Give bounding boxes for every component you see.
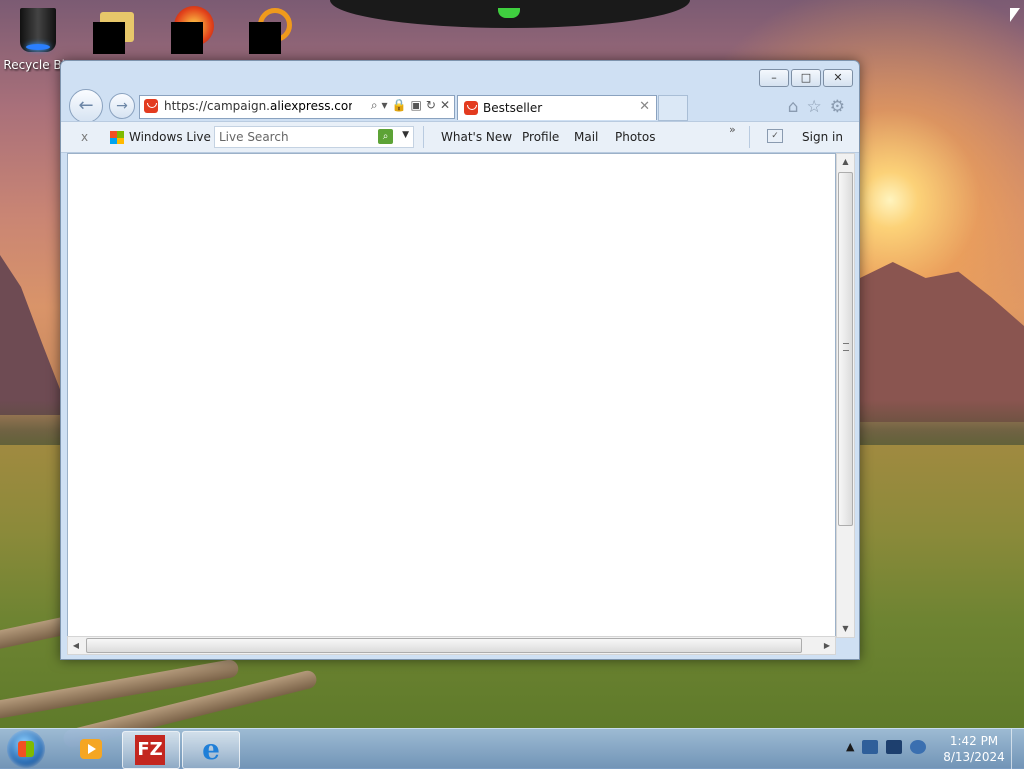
vertical-scrollbar[interactable]: ▲ ▼ [836, 153, 855, 638]
system-clock[interactable]: 1:42 PM 8/13/2024 [938, 733, 1010, 765]
address-url[interactable]: https://campaign.aliexpress.com/w [164, 99, 352, 113]
link-whats-new[interactable]: What's New [441, 130, 512, 144]
redacted-block [171, 22, 203, 54]
windows-flag-icon [110, 131, 124, 144]
taskbar-media-player[interactable] [62, 731, 118, 767]
live-search-input[interactable]: Live Search ⌕ ▼ [214, 126, 414, 148]
browser-window[interactable]: – □ ✕ ← → https://campaign.aliexpress.co… [60, 60, 860, 660]
taskbar-filezilla[interactable]: FZ [122, 731, 180, 769]
network-icon[interactable] [886, 740, 903, 754]
search-dropdown-icon[interactable]: ▼ [402, 130, 409, 140]
windows-live-toolbar: x Windows Live Live Search ⌕ ▼ What's Ne… [61, 121, 859, 153]
stop-icon[interactable]: ✕ [440, 98, 450, 113]
link-photos[interactable]: Photos [615, 130, 655, 144]
search-go-icon[interactable]: ⌕ [378, 129, 393, 144]
recycle-bin-icon [20, 8, 56, 52]
scroll-thumb[interactable] [838, 172, 853, 526]
url-domain: aliexpress.com [270, 99, 352, 113]
toolbar-close-icon[interactable]: x [81, 130, 88, 144]
new-tab-button[interactable] [658, 95, 688, 121]
scroll-thumb[interactable] [86, 638, 802, 653]
checklist-icon[interactable]: ✓ [767, 129, 783, 143]
clock-date: 8/13/2024 [943, 750, 1005, 764]
scroll-up-icon[interactable]: ▲ [837, 154, 854, 170]
forward-button[interactable]: → [109, 93, 135, 119]
show-desktop-button[interactable] [1011, 729, 1024, 769]
mountain-right [860, 262, 1024, 422]
browser-toolbar-icons: ⌂ ☆ ⚙ [788, 97, 845, 117]
system-tray: ▲ [846, 740, 927, 754]
redacted-block [93, 22, 125, 54]
tab-close-icon[interactable]: ✕ [639, 99, 650, 114]
compatibility-icon[interactable]: ▣ [411, 98, 422, 113]
redacted-block [249, 22, 281, 54]
tab-title: Bestseller [483, 101, 543, 115]
tray-app-icon[interactable] [862, 740, 879, 754]
window-controls: – □ ✕ [759, 69, 853, 87]
tab-bestseller[interactable]: Bestseller ✕ [457, 95, 657, 120]
clock-time: 1:42 PM [949, 734, 999, 748]
media-player-icon [80, 739, 102, 759]
mouse-cursor-icon [1010, 8, 1020, 22]
scroll-left-icon[interactable]: ◀ [68, 637, 84, 654]
windows-live-link[interactable]: Windows Live [129, 130, 211, 144]
gear-icon[interactable]: ⚙ [830, 97, 845, 117]
close-button[interactable]: ✕ [823, 69, 853, 87]
start-button[interactable] [7, 730, 45, 768]
toolbar-divider [423, 126, 424, 148]
site-favicon-icon [144, 99, 158, 113]
desktop-gadget[interactable] [330, 0, 690, 28]
lock-icon[interactable]: 🔒 [392, 98, 407, 113]
maximize-button[interactable]: □ [791, 69, 821, 87]
home-icon[interactable]: ⌂ [788, 97, 799, 117]
toolbar-divider [749, 126, 750, 148]
minimize-button[interactable]: – [759, 69, 789, 87]
taskbar: FZ e ▲ 1:42 PM 8/13/2024 [0, 728, 1024, 769]
back-button[interactable]: ← [69, 89, 103, 123]
taskbar-internet-explorer[interactable]: e [182, 731, 240, 769]
link-profile[interactable]: Profile [522, 130, 559, 144]
link-mail[interactable]: Mail [574, 130, 598, 144]
search-icon[interactable]: ⌕ [371, 98, 378, 113]
search-placeholder: Live Search [219, 130, 289, 144]
tab-favicon-icon [464, 101, 478, 115]
address-bar[interactable]: https://campaign.aliexpress.com/w ⌕ ▾ 🔒 … [139, 95, 455, 119]
filezilla-icon: FZ [135, 735, 165, 765]
scroll-right-icon[interactable]: ▶ [819, 637, 835, 654]
more-links-icon[interactable]: » [729, 123, 736, 136]
volume-icon[interactable] [910, 740, 927, 754]
page-content-area[interactable] [67, 153, 836, 638]
internet-explorer-icon: e [202, 733, 220, 766]
tray-expand-icon[interactable]: ▲ [846, 740, 854, 754]
horizontal-scrollbar[interactable]: ◀ ▶ [67, 636, 836, 655]
address-tools: ⌕ ▾ 🔒 ▣ ↻ ✕ [371, 98, 450, 113]
scroll-down-icon[interactable]: ▼ [837, 621, 854, 637]
sign-in-link[interactable]: Sign in [802, 130, 843, 144]
grip-icon [843, 343, 849, 351]
url-prefix: https://campaign. [164, 99, 270, 113]
favorites-star-icon[interactable]: ☆ [807, 97, 822, 117]
refresh-icon[interactable]: ↻ [426, 98, 436, 113]
dropdown-arrow-icon[interactable]: ▾ [382, 98, 388, 113]
